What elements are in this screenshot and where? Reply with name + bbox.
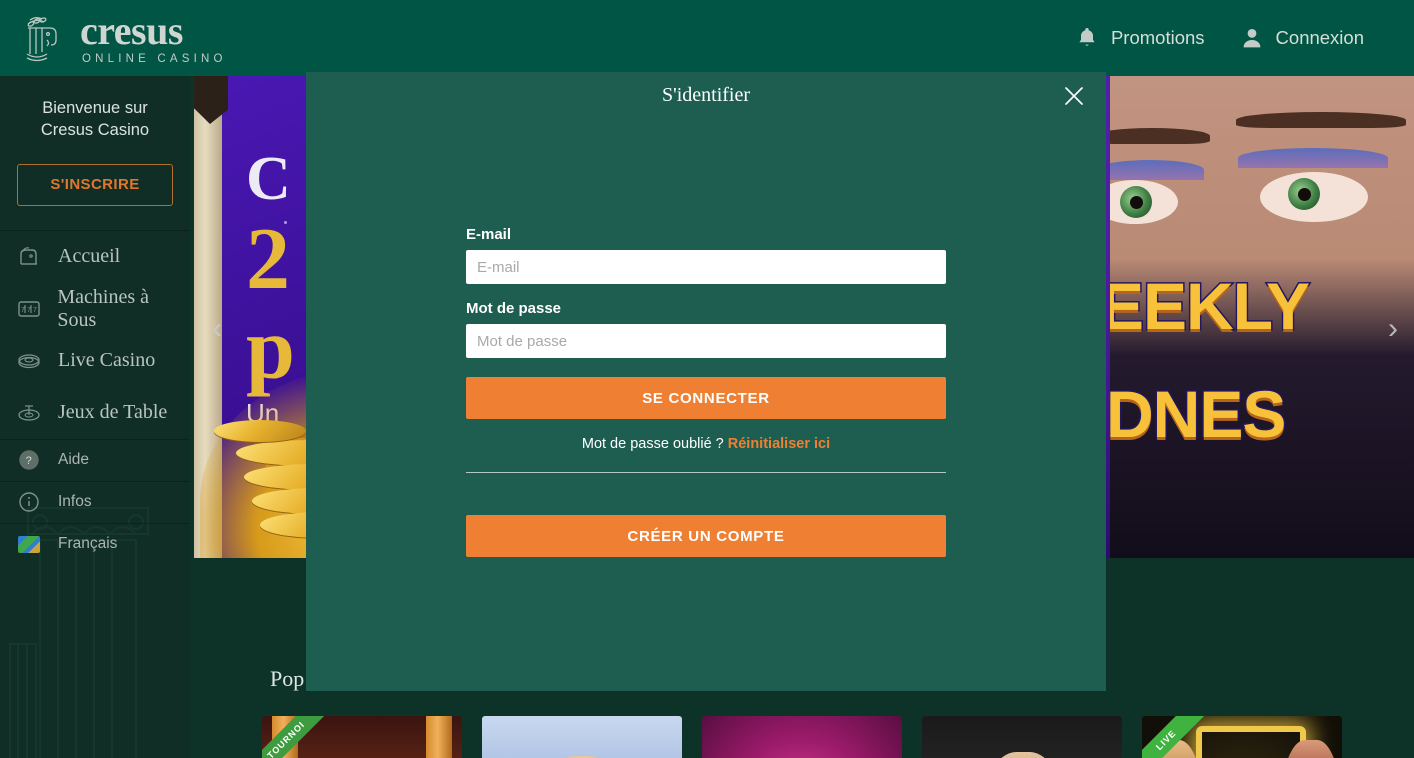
slot-machine-icon: 777: [14, 294, 43, 324]
promotions-link[interactable]: Promotions: [1074, 25, 1205, 51]
sidebar-item-aide[interactable]: ? Aide: [0, 440, 190, 481]
sidebar-welcome: Bienvenue sur Cresus Casino: [0, 76, 190, 142]
eye-right: [1260, 172, 1368, 222]
game-tile[interactable]: [482, 716, 682, 758]
sidebar-item-label: Accueil: [58, 245, 120, 268]
create-account-button[interactable]: CRÉER UN COMPTE: [466, 515, 946, 557]
svg-text:7: 7: [21, 307, 25, 314]
pupil: [1298, 188, 1311, 201]
user-icon: [1239, 25, 1265, 51]
email-label: E-mail: [466, 226, 946, 243]
logo[interactable]: cresus ONLINE CASINO: [0, 10, 227, 66]
register-button[interactable]: S'INSCRIRE: [17, 164, 173, 206]
eyebrow: [1236, 112, 1406, 128]
svg-text:7: 7: [27, 307, 31, 314]
logo-tagline: ONLINE CASINO: [82, 53, 227, 65]
sidebar-item-label: Machines à Sous: [57, 286, 190, 332]
app-root: C 2 p Un ‹: [0, 0, 1414, 758]
eye-shadow: [1110, 160, 1204, 180]
game-tile[interactable]: DRAGON PEARLS: [702, 716, 902, 758]
bell-icon: [1074, 25, 1100, 51]
forgot-password-row: Mot de passe oublié ? Réinitialiser ici: [466, 436, 946, 452]
banner-word-weekly: EEKLY: [1110, 268, 1309, 344]
sidebar-item-jeux-de-table[interactable]: Jeux de Table: [0, 387, 190, 439]
tile-live-host: [980, 752, 1066, 758]
cresus-column-laurel-logo-icon: [14, 10, 70, 66]
sidebar-item-label: Live Casino: [58, 349, 155, 372]
sidebar-nav: Accueil 777 Machines à Sous Live Casino …: [0, 231, 190, 565]
tile-column: [426, 716, 452, 758]
coin: [214, 420, 306, 442]
question-circle-icon: ?: [14, 445, 44, 475]
forgot-password-text: Mot de passe oublié ?: [582, 436, 724, 452]
banner-amount: 2: [246, 216, 290, 304]
carousel-next-arrow[interactable]: ›: [1388, 312, 1398, 346]
roulette-table-icon: [14, 398, 44, 428]
welcome-line-1: Bienvenue sur: [12, 98, 178, 120]
modal-title: S'identifier: [662, 84, 750, 107]
sidebar-item-label: Français: [58, 535, 117, 553]
login-form: E-mail Mot de passe SE CONNECTER Mot de …: [306, 118, 1106, 557]
section-title-popular: Pop: [270, 666, 304, 692]
pupil: [1130, 196, 1143, 209]
game-tile-grid: TOURNOI DRAGON PEARLS 8x 20 10x 29: [262, 716, 1342, 758]
site-header: cresus ONLINE CASINO Promotions Connexio…: [0, 0, 1414, 76]
eye-shadow: [1238, 148, 1388, 168]
carousel-prev-arrow[interactable]: ‹: [212, 312, 222, 346]
sidebar: Bienvenue sur Cresus Casino S'INSCRIRE A…: [0, 76, 190, 758]
info-circle-icon: [14, 487, 44, 517]
logo-text: cresus ONLINE CASINO: [80, 12, 227, 65]
sidebar-item-label: Jeux de Table: [58, 401, 167, 424]
eye-left: [1110, 180, 1178, 224]
svg-text:?: ?: [26, 455, 32, 467]
logo-wordmark: cresus: [80, 12, 227, 50]
eyebrow: [1110, 128, 1210, 144]
sidebar-item-infos[interactable]: Infos: [0, 482, 190, 523]
sidebar-item-label: Aide: [58, 451, 89, 469]
globe-flag-icon: [14, 529, 44, 559]
banner-word-madness: DNES: [1110, 376, 1285, 452]
sidebar-item-machines-a-sous[interactable]: 777 Machines à Sous: [0, 283, 190, 335]
reset-password-link[interactable]: Réinitialiser ici: [728, 436, 830, 452]
submit-login-button[interactable]: SE CONNECTER: [466, 377, 946, 419]
field-spacer: [466, 284, 946, 300]
login-label: Connexion: [1276, 27, 1364, 49]
svg-text:7: 7: [33, 307, 37, 314]
banner-slide-right[interactable]: EEKLY DNES ›: [1110, 76, 1414, 558]
password-field[interactable]: [466, 324, 946, 358]
banner-subline: p: [246, 306, 295, 394]
modal-header: S'identifier: [306, 72, 1106, 118]
promotions-label: Promotions: [1111, 27, 1205, 49]
modal-divider: [466, 472, 946, 473]
password-label: Mot de passe: [466, 300, 946, 317]
game-tile[interactable]: 29 LIVE: [1142, 716, 1342, 758]
poker-chip-icon: [14, 346, 44, 376]
sidebar-item-live-casino[interactable]: Live Casino: [0, 335, 190, 387]
welcome-line-2: Cresus Casino: [12, 120, 178, 142]
game-tile[interactable]: 8x 20 10x: [922, 716, 1122, 758]
close-icon[interactable]: [1060, 82, 1088, 110]
game-tile[interactable]: TOURNOI: [262, 716, 462, 758]
cresus-head-icon: [14, 242, 44, 272]
sidebar-item-accueil[interactable]: Accueil: [0, 231, 190, 283]
login-modal: S'identifier E-mail Mot de passe SE CONN…: [306, 72, 1106, 691]
email-field[interactable]: [466, 250, 946, 284]
sidebar-item-label: Infos: [58, 493, 92, 511]
sidebar-item-language[interactable]: Français: [0, 524, 190, 565]
login-link[interactable]: Connexion: [1239, 25, 1364, 51]
header-actions: Promotions Connexion: [1074, 25, 1414, 51]
